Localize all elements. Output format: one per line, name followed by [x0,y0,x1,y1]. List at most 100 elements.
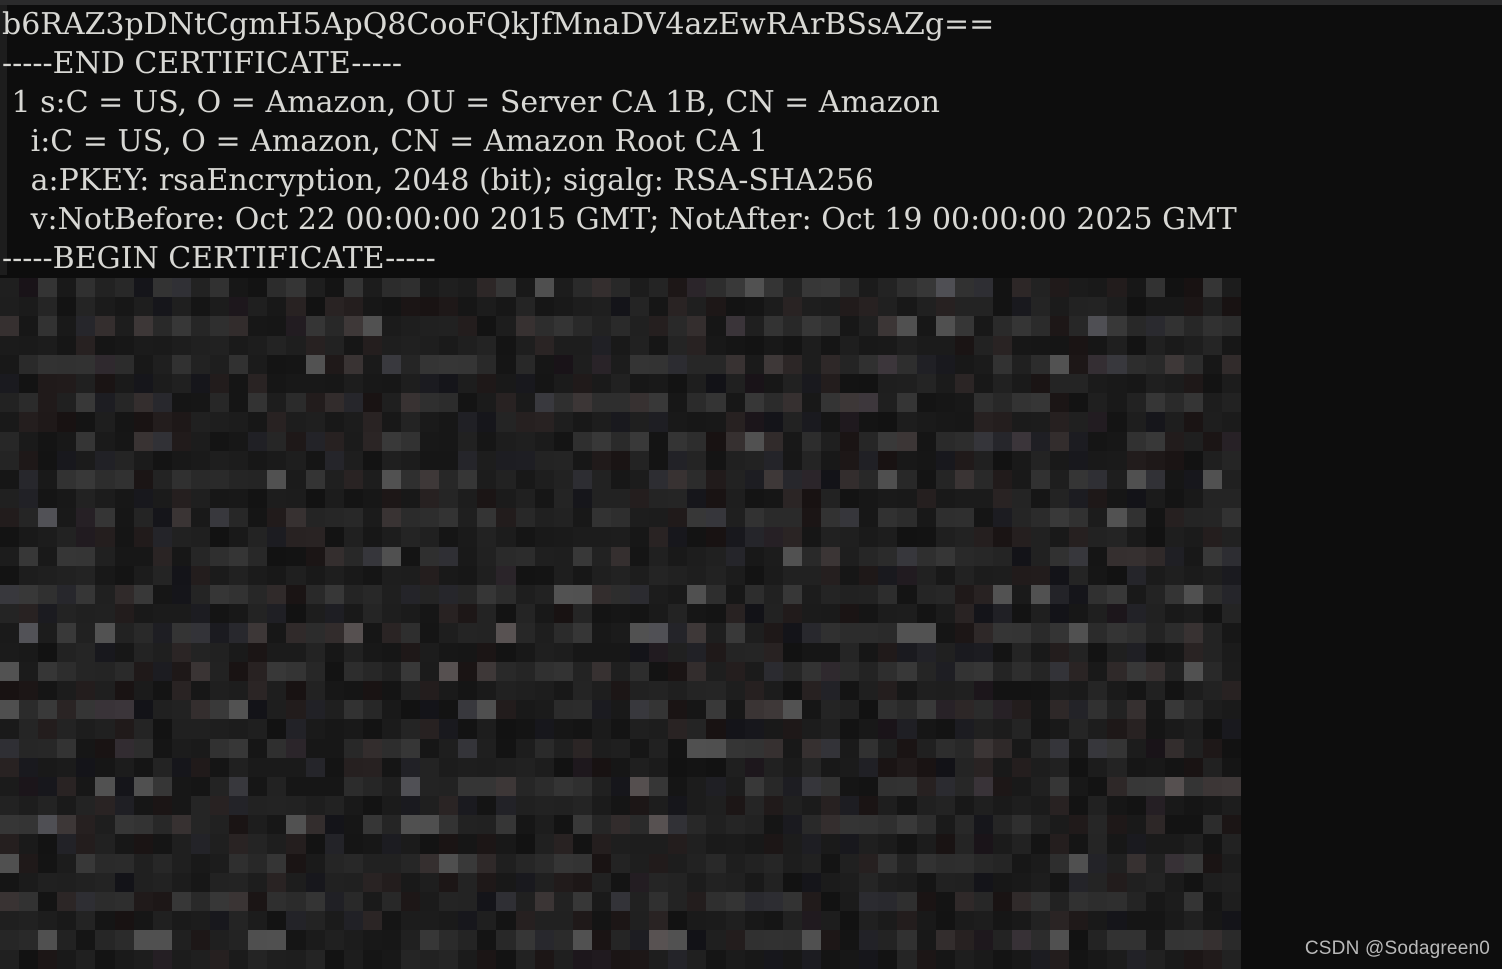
mosaic-cell [1126,335,1146,355]
mosaic-cell [152,527,172,547]
mosaic-cell [496,412,516,432]
mosaic-cell [171,776,191,797]
mosaic-cell [362,949,382,969]
mosaic-cell [687,278,707,298]
mosaic-cell [744,719,764,739]
mosaic-cell [687,335,707,355]
mosaic-cell [496,642,516,662]
mosaic-cell [1183,450,1203,470]
mosaic-cell [1088,930,1108,950]
mosaic-cell [0,585,20,605]
mosaic-cell [1011,930,1032,950]
mosaic-cell [878,738,898,758]
mosaic-cell [1050,930,1070,950]
mosaic-cell [706,623,726,643]
mosaic-cell [668,719,688,739]
mosaic-cell [114,565,134,585]
mosaic-cell [534,853,554,873]
mosaic-cell [840,776,860,797]
mosaic-cell [954,738,974,758]
mosaic-cell [210,469,230,490]
mosaic-cell [267,565,287,585]
mosaic-cell [19,949,39,969]
mosaic-cell [935,815,955,835]
mosaic-cell [38,412,58,432]
mosaic-cell [477,373,497,394]
mosaic-cell [1088,508,1108,528]
mosaic-cell [190,546,211,566]
mosaic-cell [744,316,764,336]
mosaic-cell [782,469,802,490]
mosaic-cell [973,911,993,931]
mosaic-cell [1088,680,1108,701]
mosaic-cell [1050,757,1070,777]
mosaic-cell [1164,604,1184,624]
mosaic-cell [935,892,955,912]
mosaic-cell [1202,853,1222,873]
mosaic-cell [630,431,650,451]
mosaic-cell [821,373,841,394]
mosaic-cell [76,719,96,739]
terminal-output[interactable]: b6RAZ3pDNtCgmH5ApQ8CooFQkJfMnaDV4azEwRAr… [0,5,1502,278]
mosaic-cell [630,450,650,470]
mosaic-cell [420,278,440,298]
mosaic-cell [38,834,58,854]
mosaic-cell [878,815,898,835]
mosaic-cell [801,508,822,528]
mosaic-cell [534,700,554,720]
mosaic-cell [897,661,917,681]
mosaic-cell [1222,700,1242,720]
mosaic-cell [897,930,917,950]
mosaic-cell [1202,642,1222,662]
mosaic-cell [1088,316,1108,336]
mosaic-cell [1222,450,1242,470]
mosaic-cell [229,489,249,509]
mosaic-cell [591,700,611,720]
mosaic-cell [630,853,650,873]
mosaic-cell [973,892,993,912]
mosaic-cell [248,738,268,758]
mosaic-cell [1069,297,1089,317]
mosaic-cell [897,872,917,892]
mosaic-cell [725,354,745,374]
mosaic-cell [916,412,936,432]
mosaic-cell [1222,431,1242,451]
mosaic-cell [400,776,421,797]
mosaic-cell [878,949,898,969]
mosaic-cell [1126,469,1146,490]
mosaic-cell [782,431,802,451]
mosaic-cell [1050,623,1070,643]
mosaic-cell [19,738,39,758]
mosaic-cell [286,949,306,969]
mosaic-cell [38,680,58,701]
mosaic-cell [725,853,745,873]
mosaic-cell [954,776,974,797]
mosaic-cell [1069,527,1089,547]
mosaic-cell [534,872,554,892]
mosaic-cell [1107,335,1127,355]
mosaic-cell [229,911,249,931]
mosaic-cell [1202,412,1222,432]
mosaic-cell [992,738,1012,758]
mosaic-cell [878,680,898,701]
mosaic-cell [267,393,287,413]
mosaic-cell [267,680,287,701]
mosaic-cell [305,373,325,394]
mosaic-cell [458,661,478,681]
mosaic-cell [954,412,974,432]
mosaic-cell [973,738,993,758]
mosaic-cell [114,738,134,758]
mosaic-cell [515,815,535,835]
mosaic-cell [992,796,1012,816]
mosaic-cell [1145,796,1165,816]
mosaic-cell [611,604,631,624]
mosaic-cell [725,393,745,413]
mosaic-cell [744,911,764,931]
mosaic-cell [57,949,77,969]
mosaic-cell [267,719,287,739]
mosaic-cell [152,450,172,470]
mosaic-cell [19,853,39,873]
mosaic-cell [840,469,860,490]
mosaic-cell [1202,450,1222,470]
mosaic-cell [668,738,688,758]
